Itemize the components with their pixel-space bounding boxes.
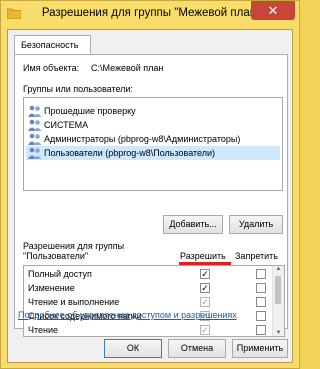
users-icon bbox=[28, 133, 42, 145]
add-button[interactable]: Добавить... bbox=[163, 215, 223, 234]
allow-column-header: Разрешить bbox=[180, 251, 226, 261]
permission-label: Чтение bbox=[28, 325, 59, 335]
user-label: Прошедшие проверку bbox=[44, 106, 136, 116]
list-item[interactable]: Прошедшие проверку bbox=[26, 104, 280, 118]
permission-row: Изменение bbox=[28, 281, 268, 295]
permission-label: Чтение и выполнение bbox=[28, 297, 120, 307]
check-icon: ✓ bbox=[201, 283, 209, 293]
permission-row: Чтение и выполнение bbox=[28, 295, 268, 309]
allow-checkbox[interactable]: ✓ bbox=[200, 297, 210, 307]
deny-checkbox[interactable] bbox=[256, 311, 266, 321]
close-button[interactable]: ✕ bbox=[251, 1, 295, 20]
remove-button[interactable]: Удалить bbox=[229, 215, 283, 234]
deny-column-header: Запретить bbox=[235, 251, 278, 261]
permissions-label-line1: Разрешения для группы bbox=[23, 241, 125, 251]
allow-checkbox[interactable]: ✓ bbox=[200, 269, 210, 279]
ok-button[interactable]: ОК bbox=[104, 339, 162, 358]
user-label: СИСТЕМА bbox=[44, 120, 89, 130]
permission-label: Полный доступ bbox=[28, 269, 92, 279]
dialog-body: Безопасность Имя объекта: C:\Межевой пла… bbox=[7, 29, 293, 363]
list-item[interactable]: Администраторы (pbprog-w8\Администраторы… bbox=[26, 132, 280, 146]
object-name-label: Имя объекта: bbox=[23, 63, 80, 73]
object-name-value: C:\Межевой план bbox=[91, 63, 164, 73]
permissions-window: Разрешения для группы "Межевой план" ✕ Б… bbox=[0, 0, 300, 369]
groups-list[interactable]: Прошедшие проверку СИСТЕМА Администратор… bbox=[23, 97, 283, 191]
cancel-button[interactable]: Отмена bbox=[168, 339, 226, 358]
permission-row: Полный доступ bbox=[28, 267, 268, 281]
check-icon: ✓ bbox=[201, 325, 209, 335]
users-icon bbox=[28, 147, 42, 159]
groups-label: Группы или пользователи: bbox=[23, 84, 133, 94]
user-label: Пользователи (pbprog-w8\Пользователи) bbox=[44, 148, 216, 158]
deny-checkbox[interactable] bbox=[256, 325, 266, 335]
check-icon: ✓ bbox=[201, 269, 209, 279]
scroll-thumb[interactable] bbox=[275, 276, 281, 304]
permissions-label-line2: "Пользователи" bbox=[23, 251, 89, 261]
list-item[interactable]: СИСТЕМА bbox=[26, 118, 280, 132]
scroll-up-icon[interactable]: ▲ bbox=[273, 266, 284, 272]
deny-checkbox[interactable] bbox=[256, 297, 266, 307]
users-icon bbox=[28, 105, 42, 117]
security-panel: Имя объекта: C:\Межевой план Группы или … bbox=[14, 54, 288, 337]
check-icon: ✓ bbox=[201, 297, 209, 307]
user-label: Администраторы (pbprog-w8\Администраторы… bbox=[44, 134, 241, 144]
access-control-help-link[interactable]: Подробнее об управлении доступом и разре… bbox=[18, 310, 237, 320]
apply-button[interactable]: Применить bbox=[232, 339, 288, 358]
deny-checkbox[interactable] bbox=[256, 283, 266, 293]
deny-checkbox[interactable] bbox=[256, 269, 266, 279]
permissions-table: Полный доступ ✓ Изменение ✓ Чтение и вып… bbox=[23, 265, 285, 337]
tab-security[interactable]: Безопасность bbox=[14, 35, 91, 55]
scroll-down-icon[interactable]: ▼ bbox=[273, 330, 284, 336]
allow-checkbox[interactable]: ✓ bbox=[200, 283, 210, 293]
permissions-scrollbar[interactable]: ▲ ▼ bbox=[272, 266, 284, 336]
list-item-selected[interactable]: Пользователи (pbprog-w8\Пользователи) bbox=[26, 146, 280, 160]
allow-checkbox[interactable]: ✓ bbox=[200, 325, 210, 335]
title-bar[interactable]: Разрешения для группы "Межевой план" ✕ bbox=[1, 1, 301, 29]
close-icon: ✕ bbox=[267, 3, 279, 18]
permission-row: Чтение bbox=[28, 323, 268, 337]
users-icon bbox=[28, 119, 42, 131]
permission-label: Изменение bbox=[28, 283, 75, 293]
